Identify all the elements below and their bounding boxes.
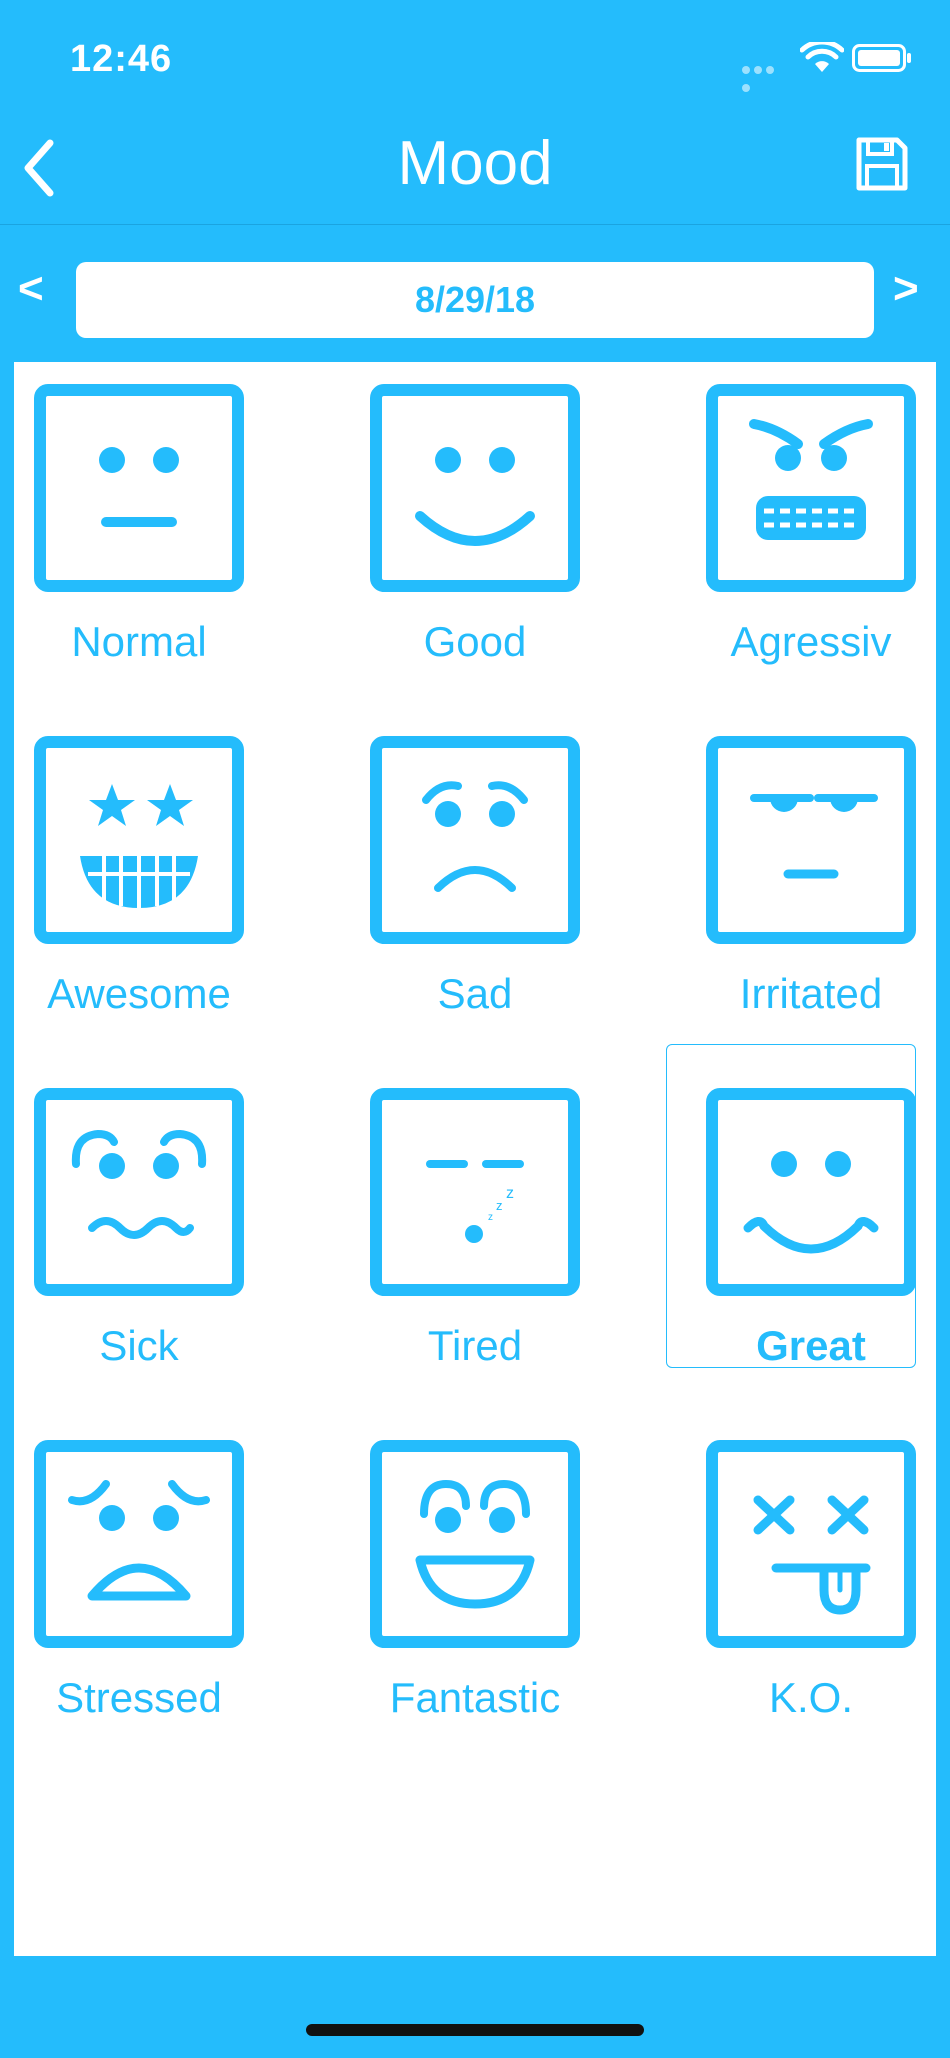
fantastic-face-icon [370,1440,580,1648]
home-indicator[interactable] [306,2024,644,2036]
mood-option-tired[interactable]: z z z Tired [350,1066,600,1396]
mood-label: Sick [99,1322,179,1369]
mood-label: Good [423,618,527,665]
great-face-icon [706,1088,916,1296]
mood-label-selected: Great [756,1322,866,1369]
floppy-disk-icon[interactable] [855,136,909,192]
mood-label: K.O. [768,1674,854,1721]
ko-face-icon [706,1440,916,1648]
mood-label: Awesome [47,970,231,1017]
mood-option-fantastic[interactable]: Fantastic [350,1418,600,1748]
date-field[interactable]: 8/29/18 [76,262,874,338]
mood-option-normal[interactable]: Normal [14,362,264,692]
previous-date-button[interactable]: < [18,264,44,314]
page-title: Mood [397,129,553,198]
mood-label: Stressed [56,1674,222,1721]
signal-dots-icon [742,61,788,92]
mood-label: Irritated [739,970,883,1017]
mood-label: Tired [427,1322,523,1369]
sick-face-icon [34,1088,244,1296]
battery-icon [852,44,911,72]
irritated-face-icon [706,736,916,944]
mood-option-good[interactable]: Good [350,362,600,692]
mood-option-sick[interactable]: Sick [14,1066,264,1396]
mood-label: Sad [437,970,513,1017]
normal-face-icon [34,384,244,592]
svg-text:z: z [488,1212,493,1223]
aggressive-face-icon [706,384,916,592]
mood-option-sad[interactable]: Sad [350,714,600,1044]
mood-option-awesome[interactable]: Awesome [14,714,264,1044]
mood-option-great[interactable]: Great [666,1044,936,1396]
mood-label: Agressiv [730,618,892,665]
stressed-face-icon [34,1440,244,1648]
awesome-face-icon [34,736,244,944]
mood-grid: Normal Good Agressiv Awesome Sad Irritat… [14,362,936,1956]
mood-option-irritated[interactable]: Irritated [686,714,936,1044]
wifi-icon [800,42,844,72]
status-time: 12:46 [70,38,173,80]
next-date-button[interactable]: > [893,264,919,314]
screen: 12:46 Mood < 8/29/18 > Normal Good Agres… [0,0,950,2058]
mood-label: Fantastic [389,1674,561,1721]
mood-label: Normal [71,618,207,665]
mood-option-stressed[interactable]: Stressed [14,1418,264,1748]
mood-option-ko[interactable]: K.O. [686,1418,936,1748]
sad-face-icon [370,736,580,944]
svg-text:z: z [496,1198,503,1213]
good-face-icon [370,384,580,592]
tired-face-icon: z z z [370,1088,580,1296]
navigation-bar: Mood [0,110,950,225]
mood-option-agressiv[interactable]: Agressiv [686,362,936,692]
svg-text:z: z [506,1185,514,1202]
status-bar: 12:46 [0,0,950,110]
date-selector: < 8/29/18 > [0,254,950,338]
